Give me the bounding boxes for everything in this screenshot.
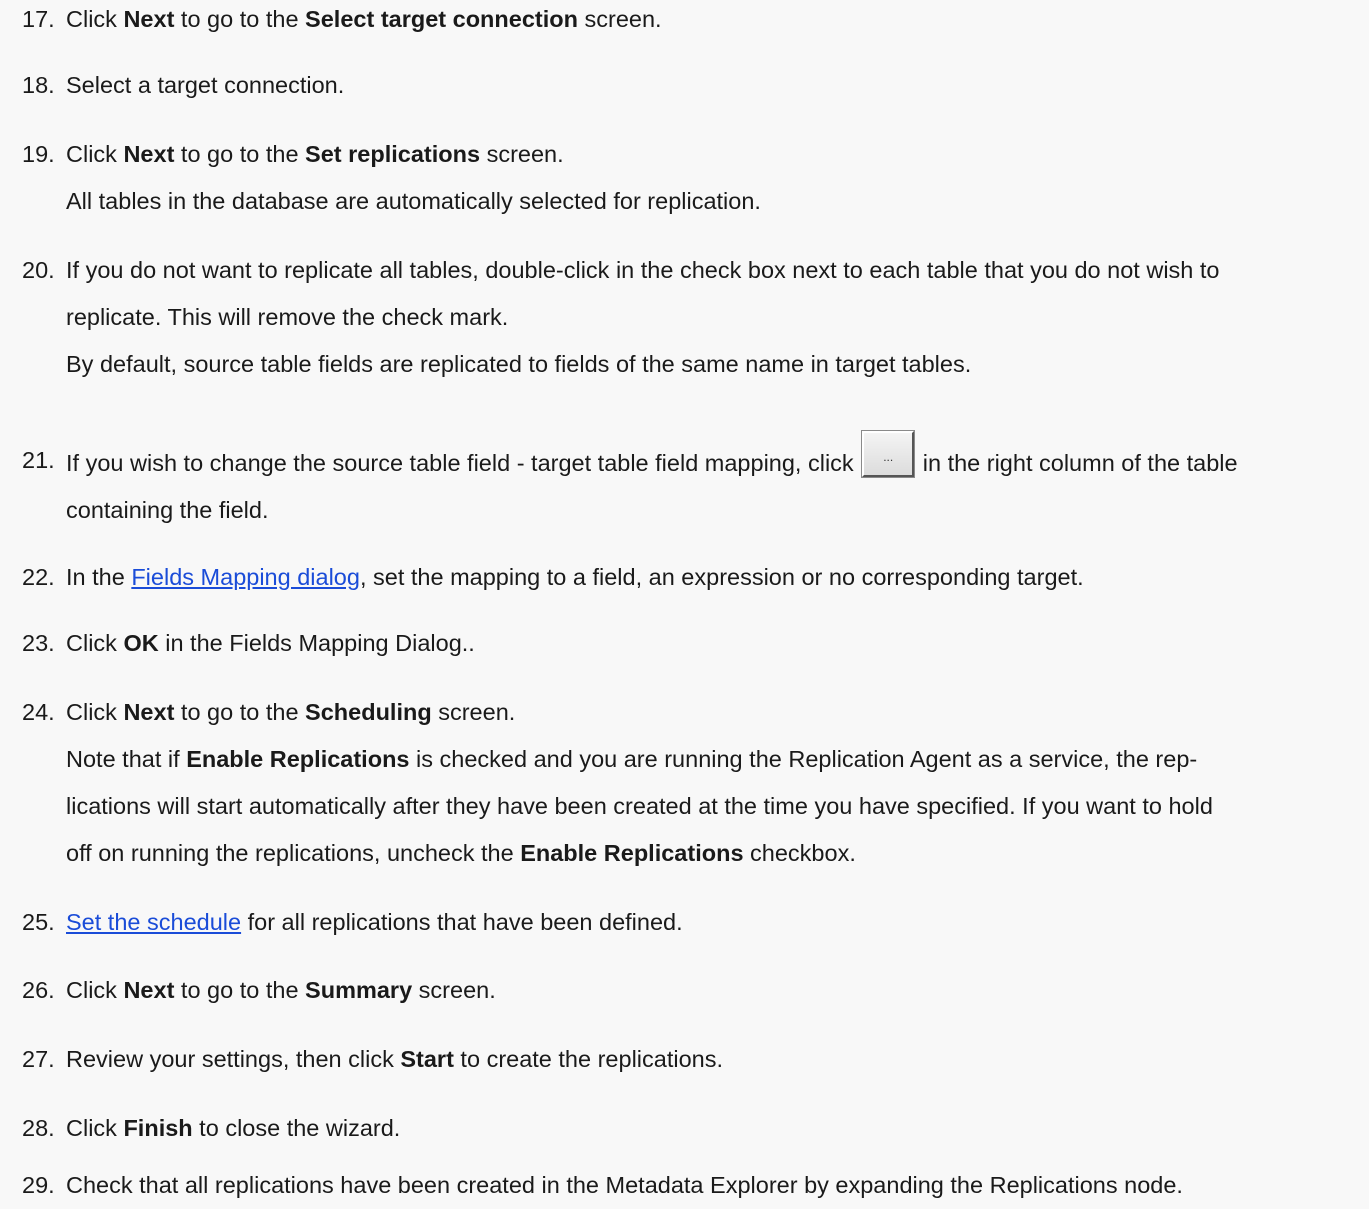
step-note: All tables in the database are automatic… xyxy=(66,188,761,214)
ui-term: Scheduling xyxy=(305,699,432,725)
step-number: 24. xyxy=(22,699,55,725)
ui-term: OK xyxy=(123,630,159,656)
step-note: Note that if Enable Replications is chec… xyxy=(66,746,1198,772)
step-number: 21. xyxy=(22,447,55,473)
step-number: 26. xyxy=(22,977,55,1003)
step-text: Select a target connection. xyxy=(66,72,345,98)
step-number: 22. xyxy=(22,564,55,590)
step-number: 25. xyxy=(22,909,55,935)
step-text: If you wish to change the source table f… xyxy=(66,431,1361,534)
step-text: Click Next to go to the Scheduling scree… xyxy=(66,689,1361,877)
step-text: Review your settings, then click Start t… xyxy=(66,1046,723,1072)
ui-term: Summary xyxy=(305,977,413,1003)
ui-term: Next xyxy=(123,977,175,1003)
step-number: 23. xyxy=(22,630,55,656)
ui-term: Enable Replications xyxy=(520,840,744,866)
ui-term: Enable Replications xyxy=(186,746,410,772)
step-text: Click OK in the Fields Mapping Dialog.. xyxy=(66,630,475,656)
ui-term: Finish xyxy=(123,1115,193,1141)
step-text: Click Finish to close the wizard. xyxy=(66,1115,401,1141)
step-note: By default, source table fields are repl… xyxy=(66,351,972,377)
ui-term: Next xyxy=(123,6,175,32)
step-number: 20. xyxy=(22,257,55,283)
set-schedule-link[interactable]: Set the schedule xyxy=(66,909,241,935)
step-number: 28. xyxy=(22,1115,55,1141)
step-number: 18. xyxy=(22,72,55,98)
fields-mapping-dialog-link[interactable]: Fields Mapping dialog xyxy=(131,564,360,590)
step-text: Click Next to go to the Summary screen. xyxy=(66,977,496,1003)
ui-term: Select target connection xyxy=(305,6,578,32)
ui-term: Start xyxy=(400,1046,454,1072)
step-text: Click Next to go to the Select target co… xyxy=(66,6,662,32)
step-text: Check that all replications have been cr… xyxy=(66,1172,1183,1198)
step-text: Set the schedule for all replications th… xyxy=(66,909,683,935)
step-number: 27. xyxy=(22,1046,55,1072)
step-text: In the Fields Mapping dialog, set the ma… xyxy=(66,564,1084,590)
step-text: Click Next to go to the Set replications… xyxy=(66,131,1361,225)
step-number: 29. xyxy=(22,1172,55,1198)
step-number: 19. xyxy=(22,141,55,167)
step-number: 17. xyxy=(22,6,55,32)
ui-term: Next xyxy=(123,141,175,167)
step-text: If you do not want to replicate all tabl… xyxy=(66,247,1361,388)
ui-term: Next xyxy=(123,699,175,725)
ui-term: Set replications xyxy=(305,141,481,167)
ellipsis-button[interactable]: ... xyxy=(862,431,915,477)
